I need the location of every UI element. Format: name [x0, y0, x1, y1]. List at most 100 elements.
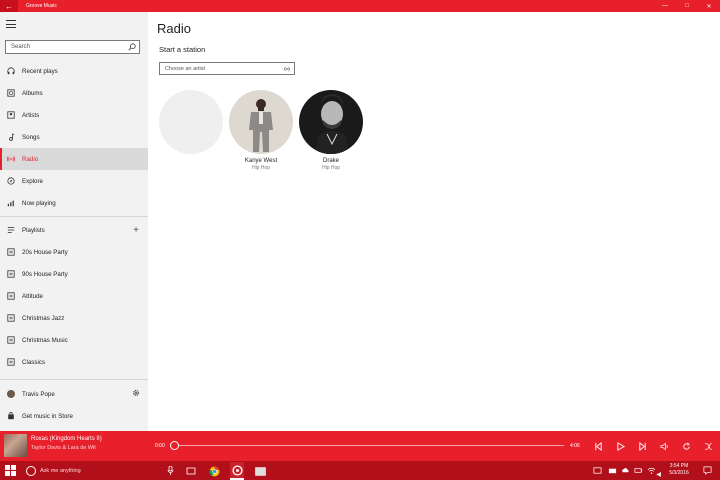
artist-photo[interactable] — [229, 90, 293, 154]
action-center-icon[interactable] — [703, 466, 712, 475]
album-art[interactable] — [4, 434, 27, 457]
search-icon[interactable] — [128, 43, 136, 51]
add-playlist-icon[interactable]: + — [133, 225, 139, 236]
playlist-label: Classics — [22, 358, 46, 366]
station-genre: Hip Hop — [321, 165, 341, 171]
nav-label: Artists — [22, 111, 40, 119]
playlist-item[interactable]: 90s House Party — [0, 263, 148, 285]
headphones-icon — [0, 67, 22, 75]
playlist-item-icon — [0, 314, 22, 322]
hamburger-menu-icon[interactable] — [6, 20, 16, 28]
avatar — [7, 390, 15, 398]
network-icon[interactable] — [608, 466, 617, 475]
music-note-icon — [0, 133, 22, 141]
groove-music-taskbar-icon[interactable] — [230, 462, 244, 480]
onedrive-icon[interactable] — [621, 466, 630, 475]
progress-bar[interactable] — [174, 445, 564, 446]
nav-label: Songs — [22, 133, 40, 141]
clock-time: 3:54 PM — [669, 463, 689, 469]
nav-label: Explore — [22, 177, 43, 185]
title-bar: ← Groove Music — □ ✕ — [0, 0, 720, 12]
windows-start-icon[interactable] — [5, 465, 16, 476]
artist-figure-image — [249, 99, 273, 152]
volume-tray-icon[interactable] — [656, 466, 664, 478]
playlist-icon — [0, 226, 22, 234]
taskbar-clock[interactable]: 3:54 PM 5/3/2016 — [664, 463, 694, 477]
playlist-item-icon — [0, 248, 22, 256]
track-title[interactable]: Roxas (Kingdom Hearts II) — [31, 436, 102, 442]
window-controls: — □ ✕ — [654, 0, 720, 12]
chrome-icon[interactable] — [207, 464, 221, 478]
back-arrow-icon[interactable]: ← — [0, 0, 18, 12]
nav-radio[interactable]: Radio — [0, 148, 148, 170]
playlist-item[interactable]: Classics — [0, 351, 148, 373]
battery-icon[interactable] — [634, 466, 643, 475]
player-bar: Roxas (Kingdom Hearts II) Taylor Davis &… — [0, 431, 720, 461]
nav-now-playing[interactable]: Now playing — [0, 192, 148, 214]
clock-date: 5/3/2016 — [669, 470, 689, 476]
nav-label: Now playing — [22, 199, 56, 207]
gear-icon[interactable] — [132, 389, 140, 399]
taskbar: Ask me anything 3:54 PM 5/3/2016 — [0, 461, 720, 480]
section-subtitle: Start a station — [159, 45, 206, 54]
artist-photo[interactable] — [299, 90, 363, 154]
total-time: 4:06 — [570, 443, 580, 449]
nav-playlists[interactable]: Playlists + — [0, 219, 148, 241]
station-name: Kanye West — [244, 158, 278, 164]
track-artist[interactable]: Taylor Davis & Lara de Wit — [31, 445, 96, 451]
wifi-icon[interactable] — [647, 466, 656, 475]
repeat-icon[interactable] — [680, 440, 692, 452]
playlist-item-icon — [0, 292, 22, 300]
playlist-label: Attitude — [22, 292, 43, 300]
nav-albums[interactable]: Albums — [0, 82, 148, 104]
store-icon — [0, 412, 22, 420]
playlist-item[interactable]: Christmas Jazz — [0, 307, 148, 329]
album-icon — [0, 89, 22, 97]
maximize-icon[interactable]: □ — [676, 0, 698, 12]
tray-app-icon[interactable] — [593, 466, 602, 475]
radio-station-icon[interactable] — [283, 65, 291, 73]
shuffle-icon[interactable] — [702, 440, 714, 452]
cortana-search-box[interactable]: Ask me anything — [20, 461, 182, 480]
progress-knob[interactable] — [170, 441, 179, 450]
cortana-placeholder: Ask me anything — [40, 467, 81, 474]
volume-icon[interactable] — [658, 440, 670, 452]
previous-icon[interactable] — [592, 440, 604, 452]
nav-label: Albums — [22, 89, 43, 97]
playlist-item[interactable]: Christmas Music — [0, 329, 148, 351]
artist-input-placeholder: Choose an artist — [165, 65, 206, 72]
play-icon[interactable] — [614, 440, 626, 452]
store-label: Get music in Store — [22, 412, 73, 420]
nav-label: Radio — [22, 155, 39, 163]
app-icon[interactable] — [253, 464, 267, 478]
search-input[interactable]: Search — [5, 40, 140, 54]
sidebar: Search Recent plays Albums Artists Songs… — [0, 12, 148, 431]
next-icon[interactable] — [636, 440, 648, 452]
playlist-label: Christmas Music — [22, 336, 68, 344]
playlist-item[interactable]: Attitude — [0, 285, 148, 307]
user-account[interactable]: Travis Pope — [0, 383, 148, 405]
task-view-icon[interactable] — [184, 464, 198, 478]
artist-icon — [0, 111, 22, 119]
nav-artists[interactable]: Artists — [0, 104, 148, 126]
nav-explore[interactable]: Explore — [0, 170, 148, 192]
station-placeholder-image[interactable] — [159, 90, 223, 154]
page-title: Radio — [157, 21, 191, 36]
playlist-label: 20s House Party — [22, 248, 68, 256]
station-genre: Hip Hop — [251, 165, 271, 171]
nav-songs[interactable]: Songs — [0, 126, 148, 148]
close-icon[interactable]: ✕ — [698, 0, 720, 12]
microphone-icon[interactable] — [167, 466, 174, 475]
equalizer-icon — [0, 199, 22, 207]
minimize-icon[interactable]: — — [654, 0, 676, 12]
station-tile[interactable]: Kanye West Hip Hop — [228, 90, 294, 171]
nav-label: Recent plays — [22, 67, 58, 75]
divider — [0, 379, 148, 380]
get-music-in-store[interactable]: Get music in Store — [0, 405, 148, 427]
station-tile[interactable] — [158, 90, 224, 158]
playlist-item[interactable]: 20s House Party — [0, 241, 148, 263]
choose-artist-input[interactable]: Choose an artist — [159, 62, 295, 75]
nav-label: Playlists — [22, 226, 45, 234]
station-tile[interactable]: Drake Hip Hop — [298, 90, 364, 171]
nav-recent-plays[interactable]: Recent plays — [0, 60, 148, 82]
